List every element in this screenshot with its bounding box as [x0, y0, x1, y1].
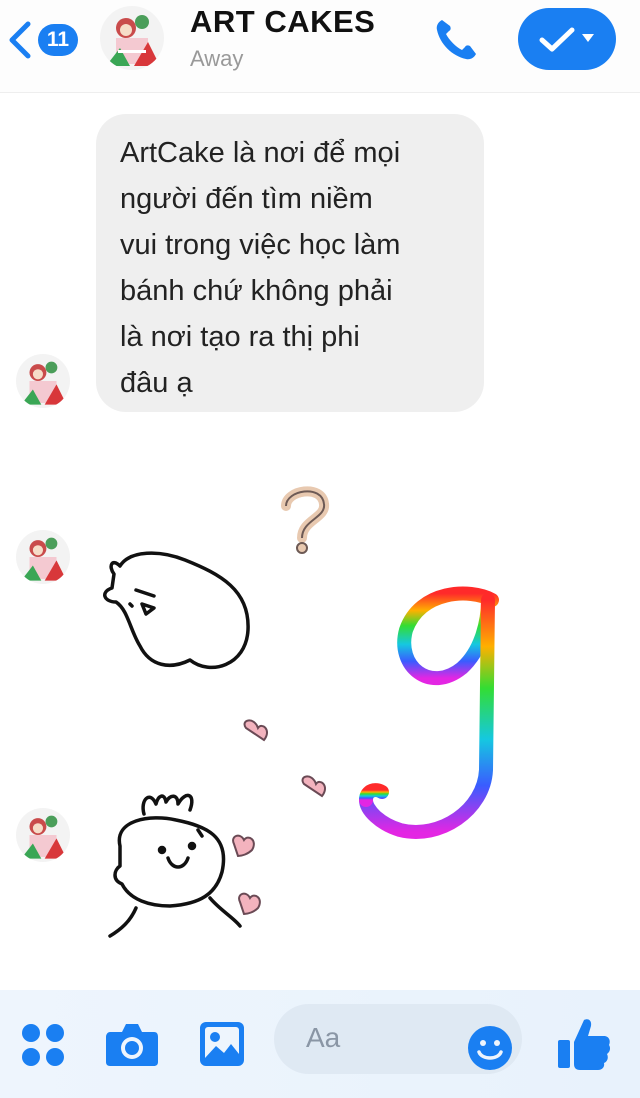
- unread-count-badge: 11: [38, 24, 78, 56]
- call-button[interactable]: [430, 14, 482, 71]
- rainbow-letter-doodle: [359, 586, 499, 839]
- message-line: bánh chứ không phải: [120, 275, 393, 307]
- cake-avatar-image: [21, 815, 67, 859]
- sender-avatar[interactable]: [16, 354, 70, 408]
- question-mark-doodle: [281, 486, 329, 554]
- cake-avatar-image: [21, 361, 67, 405]
- sender-avatar[interactable]: [16, 808, 70, 862]
- thumbs-up-icon: [558, 1019, 611, 1070]
- blob-character-doodle: [103, 551, 250, 670]
- chat-header: 11 ART CAKES Away: [0, 0, 640, 93]
- message-input-placeholder: Aa: [306, 1022, 341, 1053]
- back-chevron-icon: [9, 21, 31, 59]
- emoji-icon: [468, 1026, 512, 1070]
- composer-bar: Aa: [0, 990, 640, 1098]
- camera-icon: [106, 1024, 158, 1066]
- chat-title: ART CAKES: [190, 4, 376, 39]
- camera-button[interactable]: [104, 1020, 160, 1073]
- like-button[interactable]: [556, 1014, 612, 1077]
- cake-avatar-image: [21, 537, 67, 581]
- gallery-icon: [200, 1022, 244, 1066]
- emoji-button[interactable]: [466, 1024, 514, 1077]
- contact-avatar[interactable]: [100, 6, 164, 70]
- phone-icon: [436, 20, 476, 60]
- presence-status: Away: [190, 46, 244, 71]
- message-line: ArtCake là nơi để mọi: [120, 137, 401, 169]
- apps-grid-icon: [22, 1024, 64, 1066]
- heart-doodles: [232, 834, 261, 916]
- message-bubble[interactable]: ArtCake là nơi để mọi người đến tìm niềm…: [96, 114, 484, 412]
- sender-avatar[interactable]: [16, 530, 70, 584]
- back-button[interactable]: 11: [4, 14, 84, 64]
- message-line: là nơi tạo ra thị phi: [120, 321, 360, 353]
- cake-avatar-image: [106, 15, 160, 66]
- message-line: vui trong việc học làm: [120, 229, 401, 261]
- message-line: đâu ạ: [120, 367, 193, 399]
- actions-button[interactable]: [518, 8, 616, 70]
- more-actions-button[interactable]: [20, 1022, 66, 1073]
- bunny-character-doodle: [108, 793, 242, 938]
- message-line: người đến tìm niềm: [120, 183, 373, 215]
- checkmark-icon: [539, 27, 575, 52]
- chevron-down-icon: [582, 34, 594, 42]
- sticker-bunny[interactable]: [90, 780, 290, 950]
- gallery-button[interactable]: [198, 1020, 246, 1073]
